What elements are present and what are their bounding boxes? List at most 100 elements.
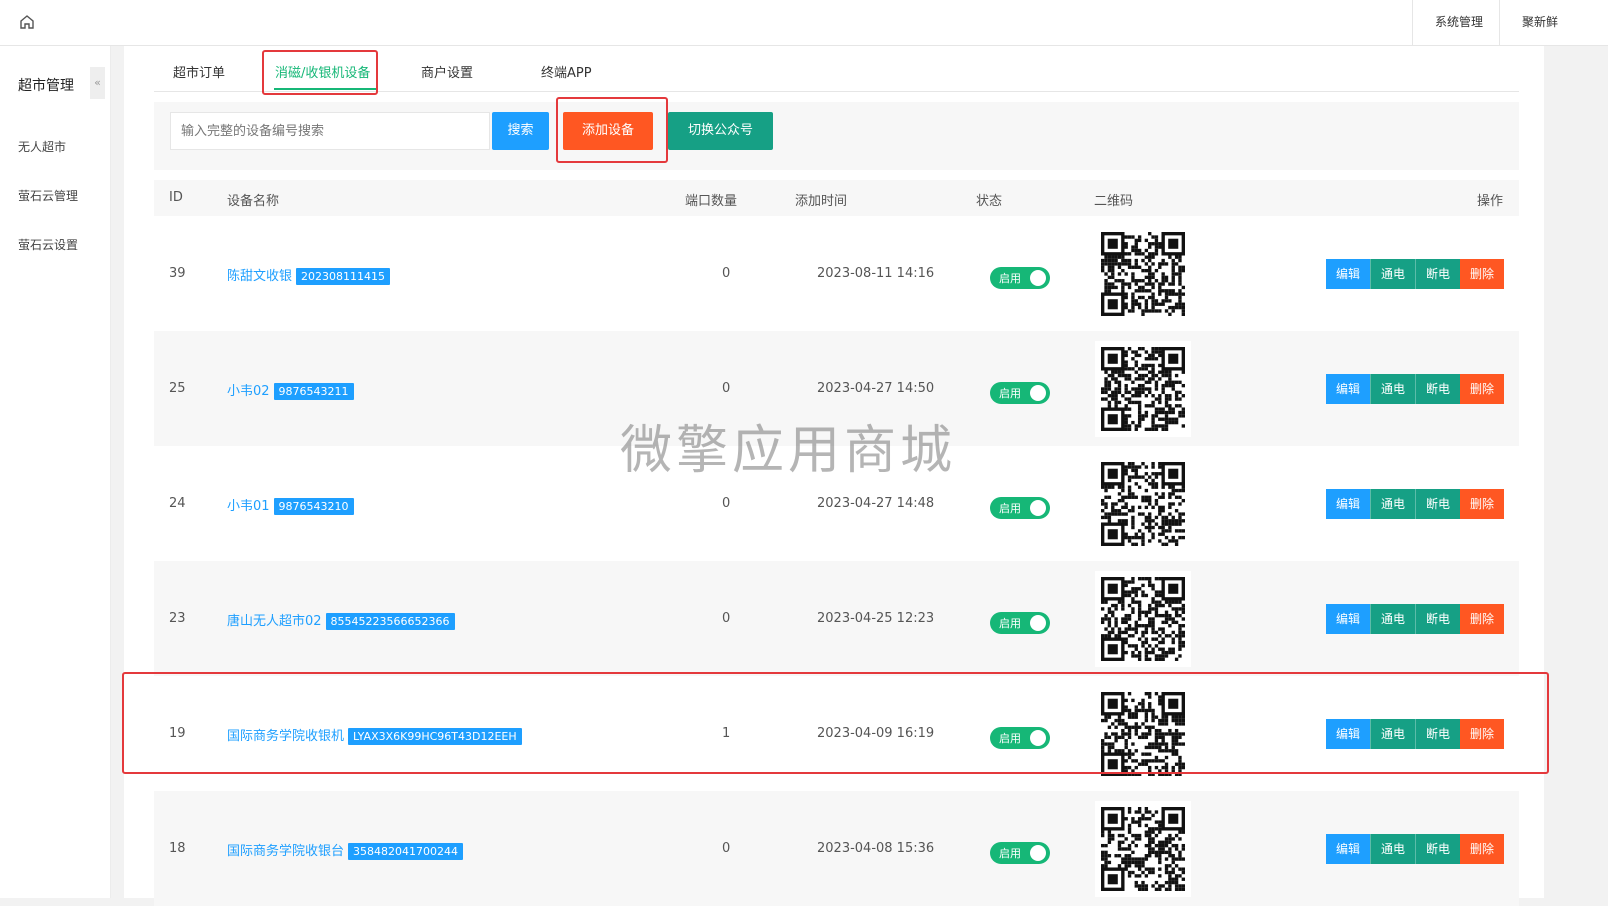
cell-add-time: 2023-04-25 12:23 bbox=[817, 611, 935, 626]
cell-device-name: 小韦01 9876543210 bbox=[227, 495, 354, 515]
qr-code-image bbox=[1095, 341, 1191, 437]
table-row: 18 国际商务学院收银台 358482041700244 0 2023-04-08 15… bbox=[154, 791, 1519, 906]
cell-id: 18 bbox=[169, 841, 186, 856]
status-toggle[interactable]: 启用 bbox=[990, 842, 1050, 864]
table-header: ID 设备名称 端口数量 添加时间 状态 二维码 操作 bbox=[154, 180, 1519, 216]
qr-code-image bbox=[1095, 456, 1191, 552]
sidebar-item-ezviz-settings[interactable]: 萤石云设置 bbox=[18, 236, 78, 253]
header-qrcode: 二维码 bbox=[1094, 194, 1134, 209]
sidebar: 超市管理 « 无人超市 萤石云管理 萤石云设置 bbox=[0, 46, 111, 898]
toggle-knob bbox=[1030, 845, 1046, 861]
header-status: 状态 bbox=[976, 194, 1003, 209]
table-row: 23 唐山无人超市02 85545223566652366 0 2023-04-25 1… bbox=[154, 561, 1519, 676]
header-actions: 操作 bbox=[1477, 194, 1504, 209]
power-on-button[interactable]: 通电 bbox=[1370, 489, 1416, 519]
status-toggle[interactable]: 启用 bbox=[990, 497, 1050, 519]
highlight-tab-box bbox=[262, 50, 378, 95]
power-on-button[interactable]: 通电 bbox=[1370, 374, 1416, 404]
status-toggle[interactable]: 启用 bbox=[990, 382, 1050, 404]
cell-port-count: 0 bbox=[722, 266, 731, 281]
toggle-knob bbox=[1030, 615, 1046, 631]
device-name-link[interactable]: 唐山无人超市02 bbox=[227, 614, 322, 629]
cell-port-count: 0 bbox=[722, 496, 731, 511]
cell-add-time: 2023-08-11 14:16 bbox=[817, 266, 935, 281]
cell-id: 24 bbox=[169, 496, 186, 511]
cell-port-count: 0 bbox=[722, 381, 731, 396]
device-code-badge: 85545223566652366 bbox=[325, 613, 455, 630]
power-on-button[interactable]: 通电 bbox=[1370, 259, 1416, 289]
cell-id: 25 bbox=[169, 381, 186, 396]
power-off-button[interactable]: 断电 bbox=[1415, 374, 1461, 404]
device-name-link[interactable]: 小韦01 bbox=[227, 499, 270, 514]
device-code-badge: 202308111415 bbox=[296, 268, 390, 285]
header-port-count: 端口数量 bbox=[685, 194, 738, 209]
sidebar-item-unmanned-store[interactable]: 无人超市 bbox=[18, 138, 66, 155]
cell-add-time: 2023-04-27 14:50 bbox=[817, 381, 935, 396]
edit-button[interactable]: 编辑 bbox=[1326, 834, 1371, 864]
watermark: 微擎应用商城 bbox=[620, 421, 957, 481]
edit-button[interactable]: 编辑 bbox=[1326, 259, 1371, 289]
system-management-link[interactable]: 系统管理 bbox=[1412, 0, 1505, 45]
cell-device-name: 国际商务学院收银台 358482041700244 bbox=[227, 840, 463, 860]
cell-device-name: 唐山无人超市02 85545223566652366 bbox=[227, 610, 455, 630]
header-add-time: 添加时间 bbox=[795, 194, 848, 209]
edit-button[interactable]: 编辑 bbox=[1326, 374, 1371, 404]
device-search-input[interactable] bbox=[170, 112, 490, 150]
delete-button[interactable]: 删除 bbox=[1460, 259, 1505, 289]
delete-button[interactable]: 删除 bbox=[1460, 374, 1505, 404]
cell-add-time: 2023-04-08 15:36 bbox=[817, 841, 935, 856]
power-off-button[interactable]: 断电 bbox=[1415, 604, 1461, 634]
header-device-name: 设备名称 bbox=[227, 194, 280, 209]
qr-code-image bbox=[1095, 801, 1191, 897]
tab-store-orders[interactable]: 超市订单 bbox=[173, 62, 225, 81]
switch-account-button[interactable]: 切换公众号 bbox=[668, 112, 773, 150]
qr-code-image bbox=[1095, 571, 1191, 667]
sidebar-title: 超市管理 bbox=[18, 78, 74, 94]
row-actions: 编辑 通电 断电 删除 bbox=[1326, 604, 1505, 634]
status-toggle-label: 启用 bbox=[999, 502, 1021, 515]
edit-button[interactable]: 编辑 bbox=[1326, 489, 1371, 519]
status-toggle[interactable]: 启用 bbox=[990, 267, 1050, 289]
power-off-button[interactable]: 断电 bbox=[1415, 834, 1461, 864]
delete-button[interactable]: 删除 bbox=[1460, 489, 1505, 519]
cell-id: 23 bbox=[169, 611, 186, 626]
status-toggle-label: 启用 bbox=[999, 387, 1021, 400]
device-name-link[interactable]: 陈甜文收银 bbox=[227, 269, 292, 284]
header-id: ID bbox=[169, 190, 183, 205]
toggle-knob bbox=[1030, 385, 1046, 401]
power-on-button[interactable]: 通电 bbox=[1370, 834, 1416, 864]
row-actions: 编辑 通电 断电 删除 bbox=[1326, 489, 1505, 519]
toggle-knob bbox=[1030, 500, 1046, 516]
row-actions: 编辑 通电 断电 删除 bbox=[1326, 834, 1505, 864]
edit-button[interactable]: 编辑 bbox=[1326, 604, 1371, 634]
status-toggle-label: 启用 bbox=[999, 847, 1021, 860]
delete-button[interactable]: 删除 bbox=[1460, 834, 1505, 864]
table-row: 39 陈甜文收银 202308111415 0 2023-08-11 14:16 启用 编辑… bbox=[154, 216, 1519, 331]
home-icon[interactable] bbox=[18, 13, 36, 31]
collapse-sidebar-icon[interactable]: « bbox=[90, 67, 105, 99]
delete-button[interactable]: 删除 bbox=[1460, 604, 1505, 634]
cell-id: 39 bbox=[169, 266, 186, 281]
device-name-link[interactable]: 小韦02 bbox=[227, 384, 270, 399]
sidebar-item-ezviz-management[interactable]: 萤石云管理 bbox=[18, 187, 78, 204]
cell-device-name: 陈甜文收银 202308111415 bbox=[227, 265, 390, 285]
status-toggle-label: 启用 bbox=[999, 617, 1021, 630]
toolbar: 搜索 添加设备 切换公众号 bbox=[154, 102, 1519, 170]
cell-port-count: 0 bbox=[722, 841, 731, 856]
device-code-badge: 358482041700244 bbox=[348, 843, 463, 860]
search-button[interactable]: 搜索 bbox=[492, 112, 549, 150]
tab-merchant-settings[interactable]: 商户设置 bbox=[421, 62, 473, 81]
highlight-add-box bbox=[556, 97, 668, 163]
tab-terminal-app[interactable]: 终端APP bbox=[541, 62, 592, 81]
highlight-row-box bbox=[122, 672, 1549, 774]
power-off-button[interactable]: 断电 bbox=[1415, 259, 1461, 289]
cell-device-name: 小韦02 9876543211 bbox=[227, 380, 354, 400]
power-on-button[interactable]: 通电 bbox=[1370, 604, 1416, 634]
user-menu[interactable]: 聚新鲜 bbox=[1499, 0, 1580, 45]
power-off-button[interactable]: 断电 bbox=[1415, 489, 1461, 519]
row-actions: 编辑 通电 断电 删除 bbox=[1326, 374, 1505, 404]
device-name-link[interactable]: 国际商务学院收银台 bbox=[227, 844, 344, 859]
toggle-knob bbox=[1030, 270, 1046, 286]
cell-add-time: 2023-04-27 14:48 bbox=[817, 496, 935, 511]
status-toggle[interactable]: 启用 bbox=[990, 612, 1050, 634]
